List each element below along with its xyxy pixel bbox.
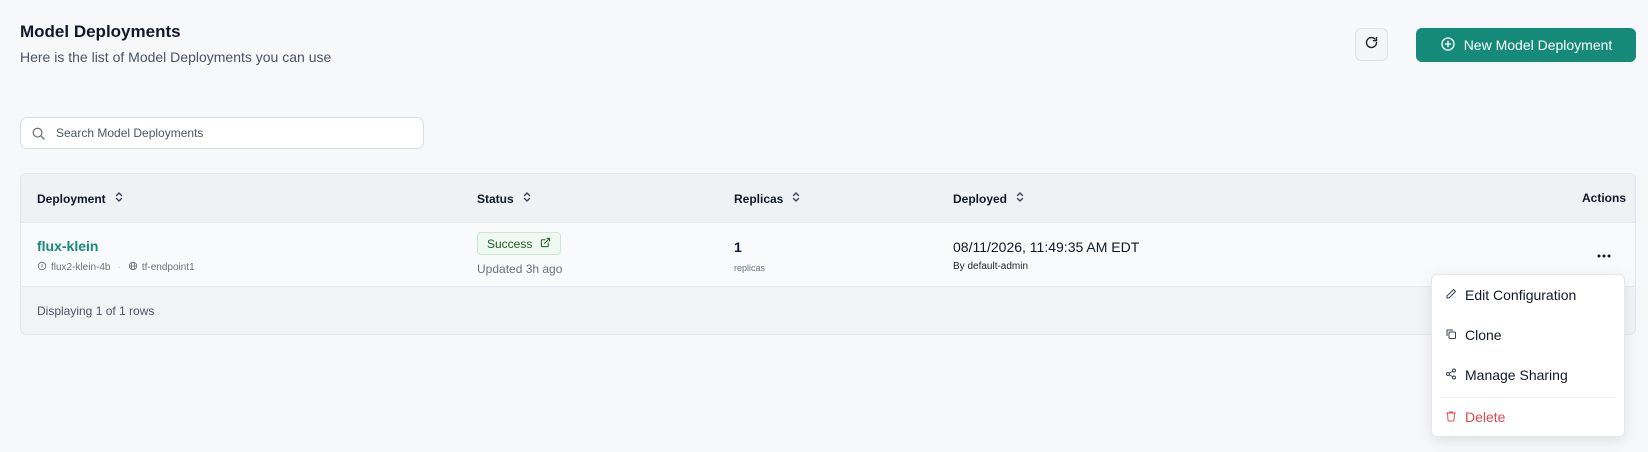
status-updated: Updated 3h ago: [477, 262, 563, 276]
row-actions-menu: Edit Configuration Clone Manage Sharing …: [1431, 274, 1625, 437]
endpoint-name: tf-endpoint1: [141, 262, 195, 273]
external-link-icon: [540, 237, 551, 251]
deployed-by: By default-admin: [953, 261, 1029, 272]
globe-icon: [128, 261, 138, 274]
menu-item-clone[interactable]: Clone: [1432, 315, 1624, 355]
page-subtitle: Here is the list of Model Deployments yo…: [20, 49, 332, 65]
meta-separator: ·: [117, 262, 121, 273]
menu-item-edit-configuration[interactable]: Edit Configuration: [1432, 275, 1624, 315]
replicas-label: replicas: [734, 263, 766, 273]
table-footer-count: Displaying 1 of 1 rows: [37, 304, 155, 318]
share-icon: [1445, 367, 1457, 383]
status-badge[interactable]: Success: [477, 232, 562, 255]
sort-icon: [1016, 191, 1024, 206]
pencil-icon: [1445, 287, 1457, 303]
column-header-actions: Actions: [1582, 191, 1627, 205]
new-model-deployment-button[interactable]: New Model Deployment: [1416, 28, 1636, 62]
copy-icon: [1445, 327, 1457, 343]
deployments-table: Deployment Status Replicas Deployed Acti…: [20, 173, 1636, 335]
deployment-name-link[interactable]: flux-klein: [37, 238, 98, 254]
new-model-deployment-label: New Model Deployment: [1463, 37, 1613, 53]
info-icon: [37, 261, 47, 274]
deployment-meta: flux2-klein-4b · tf-endpoint1: [37, 261, 195, 274]
deployed-date: 08/11/2026, 11:49:35 AM EDT: [953, 239, 1140, 255]
refresh-button[interactable]: [1355, 28, 1388, 61]
sort-icon: [523, 191, 531, 206]
search-icon: [31, 126, 46, 146]
more-horizontal-icon: [1597, 245, 1611, 263]
replicas-count: 1: [734, 239, 742, 255]
trash-icon: [1445, 409, 1457, 425]
menu-item-delete[interactable]: Delete: [1432, 397, 1624, 437]
column-header-status[interactable]: Status: [477, 191, 531, 206]
search-box: [20, 117, 424, 149]
column-header-replicas[interactable]: Replicas: [734, 191, 800, 206]
model-name: flux2-klein-4b: [51, 262, 111, 273]
status-label: Success: [487, 236, 533, 251]
sort-icon: [115, 191, 123, 206]
column-header-deployment[interactable]: Deployment: [37, 191, 123, 206]
column-header-deployed[interactable]: Deployed: [953, 191, 1024, 206]
refresh-icon: [1364, 35, 1379, 55]
row-actions-button[interactable]: [1593, 245, 1615, 263]
menu-item-manage-sharing[interactable]: Manage Sharing: [1432, 355, 1624, 395]
model-deployments-page: Model Deployments Here is the list of Mo…: [0, 0, 1648, 452]
plus-circle-icon: [1440, 36, 1456, 55]
page-title: Model Deployments: [20, 22, 181, 41]
sort-icon: [792, 191, 800, 206]
table-header: Deployment Status Replicas Deployed Acti…: [21, 174, 1635, 222]
search-input[interactable]: [56, 126, 416, 140]
table-row[interactable]: flux-klein flux2-klein-4b · tf-endpoint1…: [21, 222, 1635, 287]
